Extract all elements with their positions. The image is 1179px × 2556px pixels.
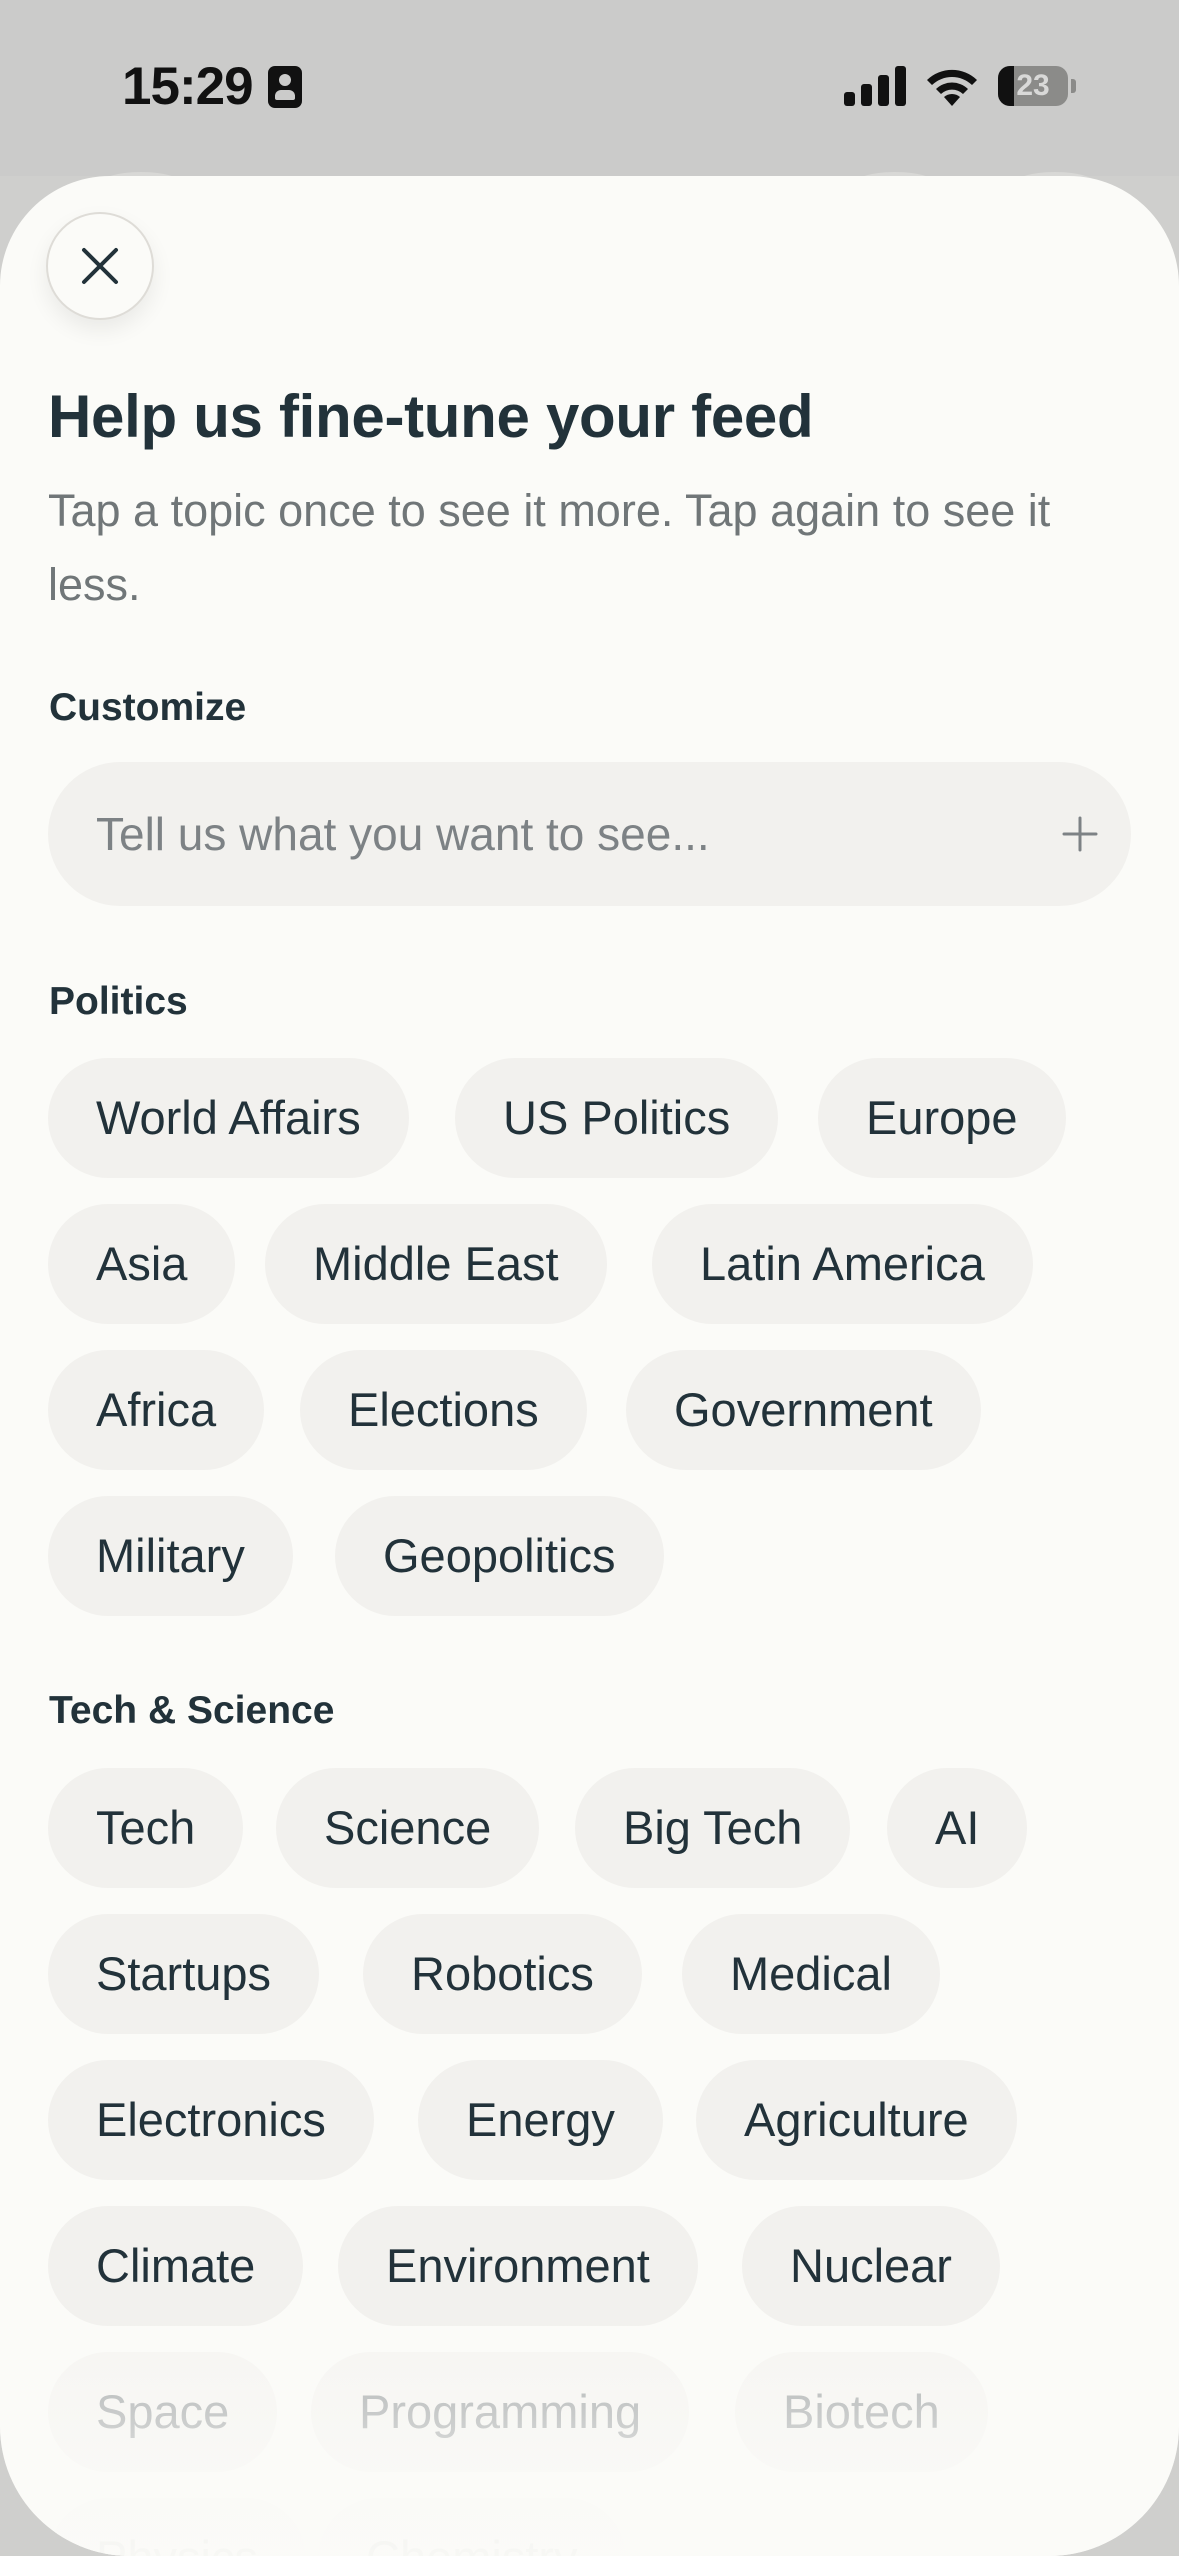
topic-chip-medical[interactable]: Medical bbox=[682, 1914, 940, 2034]
topic-chip-programming[interactable]: Programming bbox=[311, 2352, 690, 2472]
topic-chip-energy[interactable]: Energy bbox=[418, 2060, 663, 2180]
feed-tuning-sheet: Help us fine-tune your feed Tap a topic … bbox=[0, 176, 1179, 2556]
topic-chip-europe[interactable]: Europe bbox=[818, 1058, 1066, 1178]
section-label-politics: Politics bbox=[49, 980, 188, 1023]
topic-chip-africa[interactable]: Africa bbox=[48, 1350, 265, 1470]
status-bar: 15:29 23 bbox=[0, 0, 1179, 202]
topic-chip-physics[interactable]: Physics bbox=[48, 2498, 306, 2556]
topic-chip-climate[interactable]: Climate bbox=[48, 2206, 304, 2326]
customize-label: Customize bbox=[49, 686, 247, 729]
topic-chip-geopolitics[interactable]: Geopolitics bbox=[335, 1496, 664, 1616]
plus-icon[interactable] bbox=[1050, 804, 1110, 864]
topic-chip-science[interactable]: Science bbox=[276, 1768, 540, 1888]
topic-chip-big-tech[interactable]: Big Tech bbox=[575, 1768, 851, 1888]
topic-chip-chemistry[interactable]: Chemistry bbox=[318, 2498, 626, 2556]
topic-chip-government[interactable]: Government bbox=[626, 1350, 981, 1470]
topic-chip-military[interactable]: Military bbox=[48, 1496, 293, 1616]
topic-chip-asia[interactable]: Asia bbox=[48, 1204, 236, 1324]
battery-icon: 23 bbox=[998, 66, 1076, 106]
topic-chip-robotics[interactable]: Robotics bbox=[363, 1914, 642, 2034]
topic-chip-biotech[interactable]: Biotech bbox=[735, 2352, 988, 2472]
close-icon bbox=[82, 248, 118, 284]
topic-chip-electronics[interactable]: Electronics bbox=[48, 2060, 374, 2180]
topic-chip-us-politics[interactable]: US Politics bbox=[455, 1058, 779, 1178]
contact-card-icon bbox=[268, 66, 302, 108]
topic-chip-ai[interactable]: AI bbox=[887, 1768, 1028, 1888]
customize-input[interactable] bbox=[96, 762, 996, 906]
status-time: 15:29 bbox=[122, 57, 254, 116]
customize-field bbox=[48, 762, 1131, 906]
topic-chip-startups[interactable]: Startups bbox=[48, 1914, 320, 2034]
topic-chip-latin-america[interactable]: Latin America bbox=[652, 1204, 1033, 1324]
topic-chip-elections[interactable]: Elections bbox=[300, 1350, 587, 1470]
topic-chip-agriculture[interactable]: Agriculture bbox=[696, 2060, 1017, 2180]
wifi-icon bbox=[927, 69, 977, 106]
close-button[interactable] bbox=[46, 212, 154, 320]
topic-chip-space[interactable]: Space bbox=[48, 2352, 278, 2472]
battery-percent: 23 bbox=[1016, 69, 1050, 102]
sheet-subtitle: Tap a topic once to see it more. Tap aga… bbox=[48, 485, 1051, 610]
cellular-signal-icon bbox=[844, 64, 906, 106]
topic-chip-nuclear[interactable]: Nuclear bbox=[742, 2206, 1000, 2326]
topic-chip-world-affairs[interactable]: World Affairs bbox=[48, 1058, 409, 1178]
topic-chip-environment[interactable]: Environment bbox=[338, 2206, 698, 2326]
sheet-title: Help us fine-tune your feed bbox=[48, 383, 814, 450]
section-label-tech-science: Tech & Science bbox=[49, 1689, 335, 1732]
topic-chip-tech[interactable]: Tech bbox=[48, 1768, 244, 1888]
topic-chip-middle-east[interactable]: Middle East bbox=[265, 1204, 607, 1324]
